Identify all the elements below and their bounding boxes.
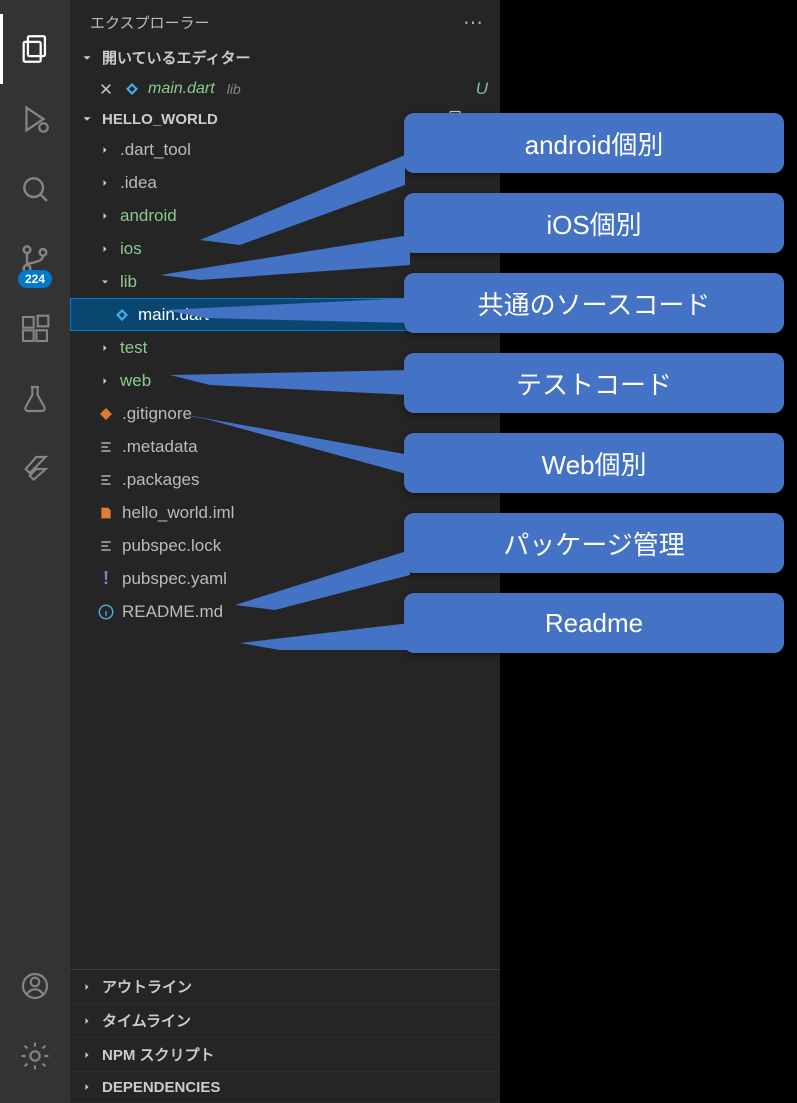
scm-badge: 224: [18, 270, 52, 288]
info-icon: [96, 603, 116, 621]
arrow-icon: [235, 540, 410, 620]
chevron-right-icon: [99, 243, 111, 255]
bug-run-icon: [18, 102, 52, 136]
project-name: HELLO_WORLD: [102, 111, 218, 128]
chevron-right-icon: [99, 210, 111, 222]
callout-android: android個別: [404, 113, 784, 173]
arrow-icon: [170, 400, 410, 480]
outline-panel[interactable]: アウトライン: [70, 970, 500, 1004]
chevron-down-icon: [78, 49, 96, 67]
git-icon: [96, 406, 116, 422]
arrow-icon: [240, 615, 410, 660]
extensions-tab[interactable]: [0, 294, 70, 364]
account-icon: [19, 970, 51, 1002]
callout-lib: 共通のソースコード: [404, 273, 784, 333]
open-editors-label: 開いているエディター: [102, 47, 251, 68]
close-icon[interactable]: [96, 82, 116, 96]
run-debug-tab[interactable]: [0, 84, 70, 154]
deps-panel[interactable]: DEPENDENCIES: [70, 1072, 500, 1103]
more-icon[interactable]: ⋯: [463, 10, 484, 35]
arrow-icon: [170, 360, 410, 400]
source-control-tab[interactable]: 224: [0, 224, 70, 294]
git-status-u: U: [476, 79, 488, 99]
yaml-file-icon: !: [96, 568, 116, 589]
accounts-tab[interactable]: [0, 951, 70, 1021]
text-file-icon: [96, 538, 116, 554]
chevron-right-icon: [81, 1015, 93, 1027]
activity-bar: 224: [0, 0, 70, 1103]
flask-icon: [19, 383, 51, 415]
chevron-right-icon: [81, 981, 93, 993]
flutter-icon: [19, 453, 51, 485]
chevron-down-icon: [99, 276, 111, 288]
test-tab[interactable]: [0, 364, 70, 434]
search-tab[interactable]: [0, 154, 70, 224]
files-icon: [18, 32, 52, 66]
text-file-icon: [96, 439, 116, 455]
open-editor-item[interactable]: main.dart lib U: [70, 72, 500, 105]
xml-file-icon: [96, 505, 116, 521]
sidebar-header: エクスプローラー ⋯: [70, 0, 500, 43]
chevron-right-icon: [81, 1049, 93, 1061]
callout-ios: iOS個別: [404, 193, 784, 253]
npm-panel[interactable]: NPM スクリプト: [70, 1038, 500, 1072]
dart-file-icon: [112, 306, 132, 324]
dart-file-icon: [122, 80, 142, 98]
open-editor-dir: lib: [227, 81, 241, 97]
callout-pubspec: パッケージ管理: [404, 513, 784, 573]
explorer-tab[interactable]: [0, 14, 70, 84]
chevron-down-icon: [78, 110, 96, 128]
sidebar-title: エクスプローラー: [90, 12, 210, 33]
gear-icon: [19, 1040, 51, 1072]
chevron-right-icon: [99, 375, 111, 387]
open-editors-header[interactable]: 開いているエディター: [70, 43, 500, 72]
chevron-right-icon: [99, 342, 111, 354]
settings-tab[interactable]: [0, 1021, 70, 1091]
arrow-icon: [165, 288, 410, 328]
callout-readme: Readme: [404, 593, 784, 653]
callout-web: Web個別: [404, 433, 784, 493]
extensions-icon: [19, 313, 51, 345]
text-file-icon: [96, 472, 116, 488]
flutter-tab[interactable]: [0, 434, 70, 504]
arrow-icon: [160, 225, 410, 290]
chevron-right-icon: [99, 144, 111, 156]
timeline-panel[interactable]: タイムライン: [70, 1004, 500, 1038]
open-editor-file: main.dart: [148, 80, 215, 98]
chevron-right-icon: [81, 1081, 93, 1093]
callout-test: テストコード: [404, 353, 784, 413]
chevron-right-icon: [99, 177, 111, 189]
search-icon: [19, 173, 51, 205]
